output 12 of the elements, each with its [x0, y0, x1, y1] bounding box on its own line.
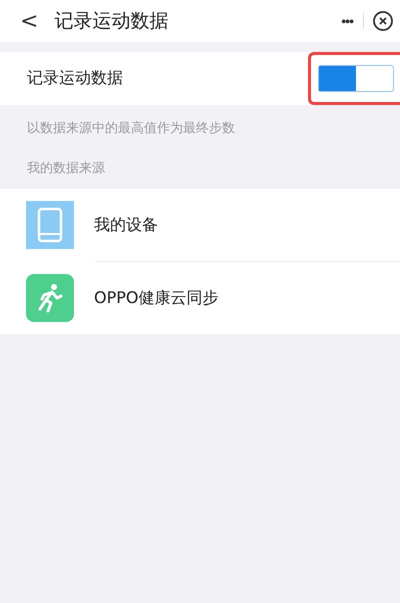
hint-text: 以数据来源中的最高值作为最终步数 — [26, 120, 236, 138]
page-title: 记录运动数据 — [54, 9, 170, 34]
phone-icon — [26, 201, 74, 249]
source-item[interactable]: 我的设备 — [0, 189, 400, 261]
close-icon[interactable] — [372, 10, 394, 32]
source-item[interactable]: OPPO健康云同步 — [0, 262, 400, 334]
back-button[interactable]: < — [20, 8, 38, 34]
running-icon — [26, 274, 74, 322]
toggle-switch[interactable] — [318, 65, 394, 92]
setting-label: 记录运动数据 — [27, 68, 124, 89]
more-button[interactable]: ••• — [331, 13, 364, 29]
section-title: 我的数据来源 — [26, 160, 106, 178]
